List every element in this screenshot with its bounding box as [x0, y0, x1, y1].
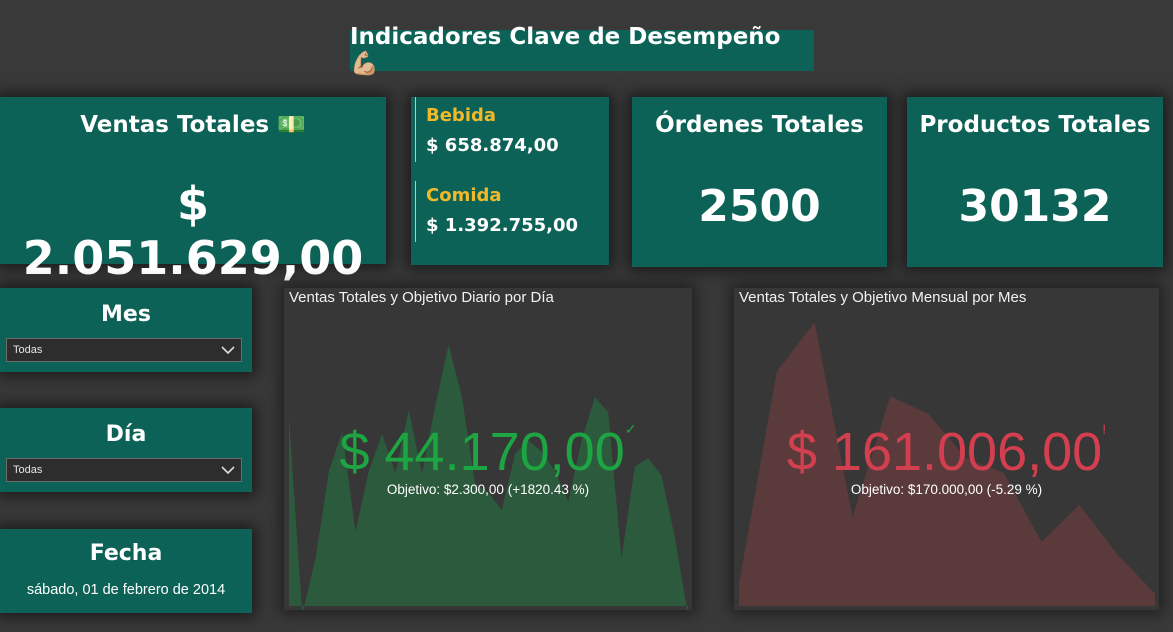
total-orders-card: Órdenes Totales 2500	[632, 97, 887, 267]
total-sales-card: Ventas Totales 💵 $ 2.051.629,00	[0, 97, 386, 285]
category-item-beverage: Bebida $ 658.874,00	[415, 97, 559, 162]
total-products-value: 30132	[958, 181, 1112, 232]
date-value: sábado, 01 de febrero de 2014	[26, 582, 226, 598]
month-dropdown-value: Todas	[13, 344, 43, 356]
monthly-goal-text: Objetivo: $170.000,00 (-5.29 %)	[850, 482, 1043, 497]
monthly-kpi-amount: $ 161.006,00	[786, 422, 1103, 482]
category-value: $ 658.874,00	[426, 135, 559, 156]
total-sales-value: $ 2.051.629,00	[22, 177, 364, 285]
total-orders-title: Órdenes Totales	[655, 112, 864, 138]
month-slicer: Mes Todas	[0, 288, 252, 372]
monthly-sales-chart: Ventas Totales y Objetivo Mensual por Me…	[734, 288, 1159, 610]
monthly-chart-title: Ventas Totales y Objetivo Mensual por Me…	[739, 289, 1027, 306]
day-slicer: Día Todas	[0, 408, 252, 492]
daily-kpi-amount: $ 44.170,00	[339, 422, 625, 482]
category-value: $ 1.392.755,00	[426, 215, 579, 236]
month-slicer-title: Mes	[101, 302, 151, 327]
daily-sales-chart: Ventas Totales y Objetivo Diario por Día…	[284, 288, 692, 610]
dashboard-title: Indicadores Clave de Desempeño 💪🏼	[350, 24, 781, 77]
day-slicer-title: Día	[105, 422, 147, 447]
category-label: Bebida	[426, 105, 497, 126]
monthly-kpi-value: $ 161.006,00!	[734, 421, 1159, 483]
total-products-title: Productos Totales	[919, 112, 1151, 138]
alert-icon: !	[1102, 421, 1107, 437]
month-dropdown[interactable]: Todas	[6, 338, 242, 362]
total-orders-value: 2500	[698, 181, 821, 232]
total-products-card: Productos Totales 30132	[907, 97, 1163, 267]
chevron-down-icon	[221, 345, 235, 354]
check-icon: ✓	[624, 421, 637, 437]
chevron-down-icon	[221, 465, 235, 474]
daily-goal-text: Objetivo: $2.300,00 (+1820.43 %)	[386, 482, 590, 497]
date-title: Fecha	[89, 541, 163, 566]
dashboard-title-box: Indicadores Clave de Desempeño 💪🏼	[350, 24, 814, 77]
date-card: Fecha sábado, 01 de febrero de 2014	[0, 529, 252, 613]
daily-kpi-value: $ 44.170,00✓	[284, 421, 692, 483]
day-dropdown[interactable]: Todas	[6, 458, 242, 482]
total-sales-title: Ventas Totales 💵	[80, 112, 306, 138]
category-item-food: Comida $ 1.392.755,00	[415, 181, 578, 242]
category-sales-card: Bebida $ 658.874,00 Comida $ 1.392.755,0…	[411, 97, 609, 265]
category-label: Comida	[426, 185, 502, 206]
day-dropdown-value: Todas	[13, 464, 43, 476]
daily-chart-title: Ventas Totales y Objetivo Diario por Día	[289, 289, 554, 306]
